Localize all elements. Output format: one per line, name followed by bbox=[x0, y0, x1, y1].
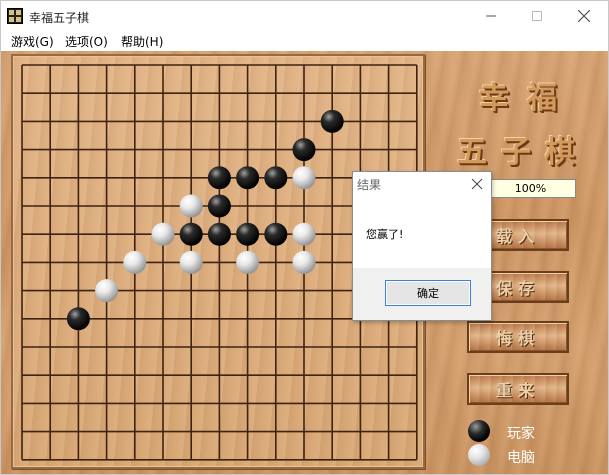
title-char-wu: 五 bbox=[457, 135, 487, 170]
close-icon bbox=[578, 10, 590, 22]
game-area: 幸 福 五 子 棋 100% 载入 保存 悔棋 重来 玩家 电脑 bbox=[1, 51, 608, 474]
black-stone bbox=[179, 222, 203, 246]
title-char-fu: 福 bbox=[527, 81, 557, 116]
app-window: 幸福五子棋 游戏(G) 选项(O) 帮助(H) 幸 福 五 子 棋 100% 载… bbox=[0, 0, 609, 475]
black-stone bbox=[207, 222, 231, 246]
undo-button[interactable]: 悔棋 bbox=[467, 321, 569, 353]
menu-game[interactable]: 游戏(G) bbox=[11, 32, 54, 51]
progress-indicator: 100% bbox=[485, 179, 576, 198]
white-stone bbox=[151, 222, 175, 246]
black-stone bbox=[236, 222, 260, 246]
restart-button[interactable]: 重来 bbox=[467, 373, 569, 405]
black-stone bbox=[207, 194, 231, 218]
result-dialog: 结果 您赢了! 确定 bbox=[352, 171, 492, 321]
window-title: 幸福五子棋 bbox=[29, 11, 90, 25]
black-stone bbox=[264, 166, 288, 190]
menu-options[interactable]: 选项(O) bbox=[65, 32, 108, 51]
menu-help[interactable]: 帮助(H) bbox=[121, 32, 163, 51]
title-char-xing: 幸 bbox=[479, 81, 509, 116]
title-char-zi: 子 bbox=[501, 135, 531, 170]
gomoku-app-icon bbox=[7, 8, 23, 24]
computer-stone-icon bbox=[468, 444, 490, 466]
white-stone bbox=[179, 194, 203, 218]
white-stone bbox=[123, 250, 147, 274]
dialog-footer: 确定 bbox=[353, 268, 491, 320]
white-stone bbox=[292, 166, 316, 190]
minimize-button[interactable] bbox=[468, 1, 514, 31]
white-stone bbox=[236, 250, 260, 274]
dialog-title: 结果 bbox=[357, 178, 382, 192]
dialog-message: 您赢了! bbox=[366, 228, 404, 241]
menu-bar: 游戏(G) 选项(O) 帮助(H) bbox=[1, 31, 608, 51]
ok-button[interactable]: 确定 bbox=[385, 280, 471, 306]
white-stone bbox=[179, 250, 203, 274]
maximize-icon bbox=[532, 11, 542, 21]
black-stone bbox=[236, 166, 260, 190]
title-char-qi: 棋 bbox=[545, 135, 575, 170]
maximize-button[interactable] bbox=[514, 1, 560, 31]
title-bar[interactable]: 幸福五子棋 bbox=[1, 1, 608, 31]
computer-label: 电脑 bbox=[507, 450, 535, 466]
minimize-icon bbox=[486, 15, 496, 17]
white-stone bbox=[292, 250, 316, 274]
black-stone bbox=[207, 166, 231, 190]
player-label: 玩家 bbox=[507, 426, 535, 442]
black-stone bbox=[264, 222, 288, 246]
dialog-close-icon[interactable] bbox=[471, 178, 483, 190]
player-stone-icon bbox=[468, 420, 490, 442]
black-stone bbox=[320, 109, 344, 133]
white-stone bbox=[95, 279, 119, 303]
black-stone bbox=[66, 307, 90, 331]
black-stone bbox=[292, 138, 316, 162]
white-stone bbox=[292, 222, 316, 246]
close-button[interactable] bbox=[561, 1, 607, 31]
